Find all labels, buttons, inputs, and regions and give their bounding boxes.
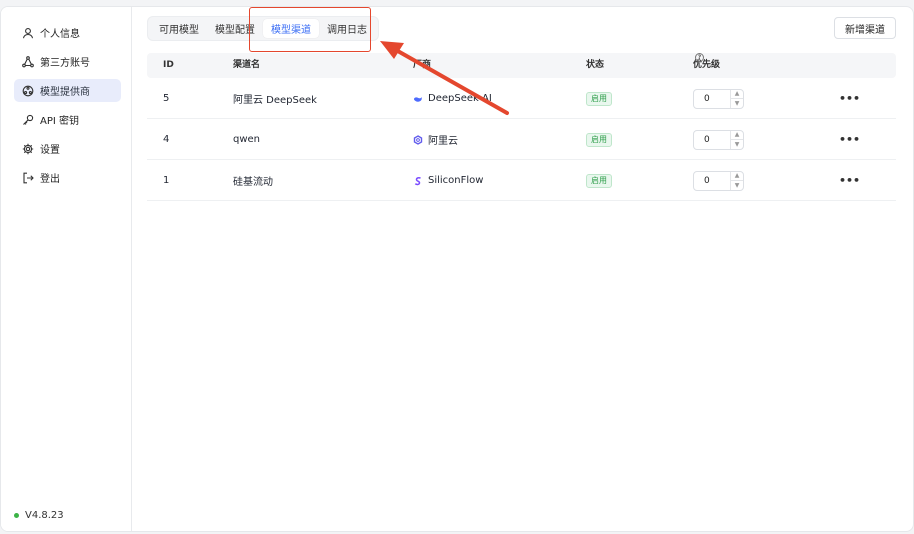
status-cell: 启用 — [586, 160, 612, 201]
tab-call-logs[interactable]: 调用日志 — [319, 19, 375, 38]
chevron-down-icon[interactable]: ▼ — [731, 99, 743, 108]
sidebar-item-label: 个人信息 — [40, 29, 80, 40]
more-options-icon[interactable]: ••• — [839, 160, 860, 201]
main-content: 可用模型 模型配置 模型渠道 调用日志 新增渠道 ID 渠道名 厂商 状态 优先… — [132, 7, 913, 531]
version-label: V4.8.23 — [25, 510, 64, 521]
cell-channel-name: qwen — [233, 134, 261, 145]
sidebar-item-third-party[interactable]: 第三方账号 — [14, 50, 121, 73]
cell-vendor: SiliconFlow — [413, 160, 483, 201]
cell-id: 4 — [163, 134, 170, 145]
provider-icon — [22, 85, 34, 97]
priority-cell: ▲ ▼ — [693, 160, 744, 201]
vendor-name: DeepSeek AI — [428, 93, 492, 104]
triangle-nodes-icon — [22, 55, 34, 68]
online-status-dot — [14, 513, 19, 518]
tab-model-channels[interactable]: 模型渠道 — [263, 19, 319, 38]
add-channel-button[interactable]: 新增渠道 — [834, 17, 896, 39]
priority-input[interactable] — [694, 130, 730, 149]
table-row: 5 阿里云 DeepSeek DeepSeek AI 启用 ▲ — [147, 78, 896, 119]
more-options-icon[interactable]: ••• — [839, 78, 860, 119]
tab-bar: 可用模型 模型配置 模型渠道 调用日志 — [147, 16, 379, 41]
siliconflow-icon — [413, 176, 423, 186]
priority-input[interactable] — [694, 171, 730, 190]
vendor-name: 阿里云 — [428, 136, 458, 147]
sidebar: 个人信息 第三方账号 模型提供商 API 密钥 设置 登出 V4.8.23 — [1, 7, 132, 531]
channels-table: ID 渠道名 厂商 状态 优先级 ? 5 阿里云 DeepSeek DeepSe… — [147, 53, 896, 201]
more-options-icon[interactable]: ••• — [839, 119, 860, 160]
cell-channel-name: 硅基流动 — [233, 177, 273, 188]
sidebar-item-logout[interactable]: 登出 — [14, 166, 121, 189]
tab-available-models[interactable]: 可用模型 — [151, 19, 207, 38]
deepseek-icon — [413, 94, 423, 104]
priority-input[interactable] — [694, 89, 730, 108]
cell-vendor: 阿里云 — [413, 119, 458, 160]
cell-vendor: DeepSeek AI — [413, 78, 492, 119]
cell-id: 5 — [163, 93, 170, 104]
cell-channel-name: 阿里云 DeepSeek — [233, 95, 317, 106]
status-badge: 启用 — [586, 91, 612, 106]
vendor-name: SiliconFlow — [428, 175, 484, 186]
chevron-up-icon[interactable]: ▲ — [731, 172, 743, 181]
priority-stepper: ▲ ▼ — [693, 170, 744, 191]
sidebar-item-label: 模型提供商 — [40, 87, 90, 98]
priority-cell: ▲ ▼ — [693, 78, 744, 119]
stepper-arrows: ▲ ▼ — [730, 89, 743, 108]
sidebar-item-model-provider[interactable]: 模型提供商 — [14, 79, 121, 102]
sidebar-item-profile[interactable]: 个人信息 — [14, 21, 121, 44]
header-channel-name: 渠道名 — [233, 60, 261, 70]
status-badge: 启用 — [586, 132, 612, 147]
priority-cell: ▲ ▼ — [693, 119, 744, 160]
sidebar-item-label: 登出 — [40, 174, 60, 185]
key-icon — [22, 114, 34, 126]
header-priority: 优先级 ? — [693, 53, 720, 78]
stepper-arrows: ▲ ▼ — [730, 130, 743, 149]
priority-stepper: ▲ ▼ — [693, 129, 744, 150]
table-row: 1 硅基流动 SiliconFlow 启用 ▲ ▼ — [147, 160, 896, 201]
status-cell: 启用 — [586, 78, 612, 119]
chevron-up-icon[interactable]: ▲ — [731, 131, 743, 140]
gear-icon — [22, 143, 34, 155]
table-header: ID 渠道名 厂商 状态 优先级 ? — [147, 53, 896, 78]
chevron-down-icon[interactable]: ▼ — [731, 181, 743, 190]
user-icon — [22, 27, 34, 39]
stepper-arrows: ▲ ▼ — [730, 171, 743, 190]
sidebar-item-label: API 密钥 — [40, 116, 79, 127]
status-cell: 启用 — [586, 119, 612, 160]
cell-id: 1 — [163, 175, 170, 186]
header-status: 状态 — [586, 60, 605, 70]
sidebar-item-api-key[interactable]: API 密钥 — [14, 108, 121, 131]
chevron-up-icon[interactable]: ▲ — [731, 90, 743, 99]
header-id: ID — [163, 60, 174, 70]
tab-model-config[interactable]: 模型配置 — [207, 19, 263, 38]
sidebar-item-label: 第三方账号 — [40, 58, 90, 69]
priority-stepper: ▲ ▼ — [693, 88, 744, 109]
sidebar-item-settings[interactable]: 设置 — [14, 137, 121, 160]
logout-icon — [22, 172, 34, 184]
header-vendor: 厂商 — [413, 60, 432, 70]
aliyun-icon — [413, 134, 423, 145]
status-badge: 启用 — [586, 173, 612, 188]
sidebar-item-label: 设置 — [40, 145, 60, 156]
app-window: 个人信息 第三方账号 模型提供商 API 密钥 设置 登出 V4.8.23 可用… — [0, 6, 914, 532]
chevron-down-icon[interactable]: ▼ — [731, 140, 743, 149]
help-icon[interactable]: ? — [695, 53, 704, 62]
sidebar-nav: 个人信息 第三方账号 模型提供商 API 密钥 设置 登出 — [14, 21, 121, 195]
table-row: 4 qwen 阿里云 启用 ▲ ▼ — [147, 119, 896, 160]
version-indicator: V4.8.23 — [14, 510, 64, 521]
